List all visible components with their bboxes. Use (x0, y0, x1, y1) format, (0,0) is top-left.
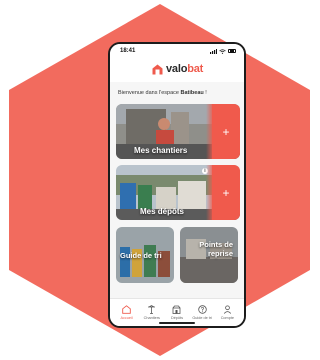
logo-text: valobat (166, 63, 203, 75)
welcome-name: Batibeau (180, 90, 204, 96)
card-guide-de-tri[interactable]: Guide de tri (116, 227, 174, 283)
add-depot-button[interactable]: + (206, 165, 240, 220)
tab-depots[interactable]: Dépôts (167, 305, 187, 320)
logo-prefix: valo (166, 63, 188, 75)
card-points-de-reprise[interactable]: Points de reprise (180, 227, 238, 283)
tab-accueil-label: Accueil (120, 316, 133, 320)
welcome-message: Bienvenue dans l'espace Batibeau ! (118, 90, 207, 96)
house-icon (152, 64, 163, 74)
tab-chantiers[interactable]: Chantiers (142, 305, 162, 320)
guide-label: Guide de tri (120, 251, 162, 260)
tab-compte-label: Compte (220, 316, 234, 320)
welcome-suffix: ! (203, 90, 207, 96)
tab-bar: Accueil Chantiers Dépôts Guide de tri Co… (110, 298, 244, 326)
tab-chantiers-label: Chantiers (143, 316, 160, 320)
chantiers-label: Mes chantiers (134, 146, 188, 155)
welcome-text: Bienvenue dans l'espace (118, 90, 181, 96)
status-icons (210, 48, 236, 54)
points-label: Points de reprise (199, 240, 233, 258)
tab-guide-label: Guide de tri (192, 316, 212, 320)
add-chantier-button[interactable]: + (206, 104, 240, 159)
logo-accent: bat (187, 63, 204, 75)
help-icon (197, 305, 207, 314)
tab-compte[interactable]: Compte (217, 305, 237, 320)
tab-guide[interactable]: Guide de tri (192, 305, 212, 320)
wifi-icon (219, 48, 226, 54)
tab-accueil[interactable]: Accueil (117, 305, 137, 320)
signal-icon (210, 48, 217, 54)
status-bar: 18:41 (110, 44, 244, 60)
home-indicator (159, 322, 195, 324)
user-icon (223, 305, 231, 314)
depot-icon (173, 305, 181, 314)
status-time: 18:41 (120, 48, 136, 54)
tab-depots-label: Dépôts (170, 316, 183, 320)
app-logo: valobat (152, 63, 203, 75)
card-chantiers[interactable]: Mes chantiers + (116, 104, 240, 159)
app-header: valobat (110, 60, 244, 82)
battery-icon (228, 49, 236, 53)
depots-label: Mes dépôts (140, 207, 185, 216)
card-depots[interactable]: Mes dépôts i + (116, 165, 240, 220)
crane-icon (148, 305, 156, 314)
home-icon (122, 305, 131, 314)
phone-frame: 18:41 valobat Bienvenue dans l'espace Ba… (108, 42, 246, 328)
